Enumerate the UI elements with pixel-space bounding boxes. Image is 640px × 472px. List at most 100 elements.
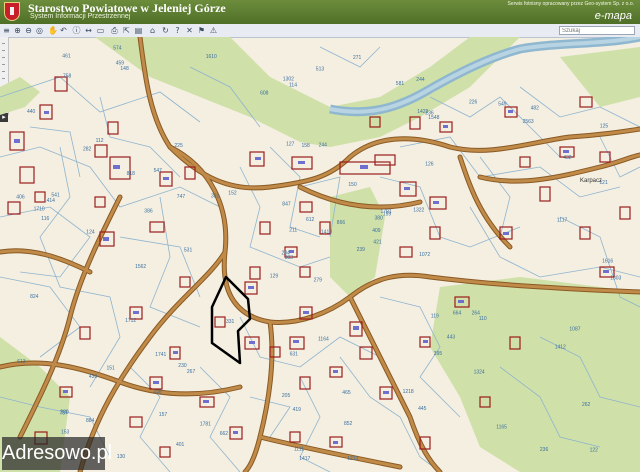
parcel-number-label: 271 [353,55,362,61]
parcel-number-label: 446 [153,390,162,396]
warning-icon[interactable]: ⚠ [209,26,218,35]
parcel-number-label: 153 [61,429,70,435]
parcel-number-label: 1712 [125,318,136,324]
parcel-number-label: 547 [154,168,163,174]
parcel-number-label: 1562 [135,264,146,270]
parcel-number-label: 158 [302,143,311,149]
map-toolbar: ≡ ⊕ ⊖ ◎ ✋ ↶ ⓘ ↔ ▭ ⎙ ⇱ ▤ ⌂ ↻ ? ✕ ⚑ ⚠ [0,24,640,38]
print-icon[interactable]: ⎙ [110,26,119,35]
parcel-number-label: 421 [373,240,382,246]
parcel-number-label: 1111 [294,446,304,452]
parcel-number-label: 465 [342,390,351,396]
parcel-number-label: 1414 [44,198,55,204]
parcel-number-label: 461 [62,54,71,60]
parcel-number-label: 818 [127,171,136,177]
parcel-number-label: 1412 [555,345,566,351]
home-icon[interactable]: ⌂ [148,26,157,35]
parcel-number-label: 440 [27,109,36,115]
parcel-number-label: 1213 [347,456,358,462]
zoom-out-icon[interactable]: ⊖ [24,26,33,35]
emapa-logo: e-mapa [594,10,632,22]
parcel-number-label: 1165 [496,425,507,431]
place-label-karpacz: Karpacz [580,178,602,184]
parcel-number-label: 1710 [34,206,45,212]
info-icon[interactable]: ⓘ [72,26,81,35]
parcel-number-label: 1741 [155,352,166,358]
parcel-number-label: 1324 [474,370,485,376]
parcel-number-label: 747 [177,194,186,200]
parcel-number-label: 244 [319,143,328,149]
parcel-number-label: 112 [96,138,104,144]
parcel-number-label: 282 [83,146,92,152]
zoom-in-icon[interactable]: ⊕ [13,26,22,35]
parcel-number-label: 1781 [200,422,211,428]
parcel-number-label: 1164 [318,337,329,343]
parcel-number-label: 125 [600,124,609,130]
search-input[interactable] [559,26,635,35]
selected-parcel-label: 331 [226,319,235,325]
parcel-number-label: 127 [286,142,295,148]
parcel-number-label: 549 [498,102,507,108]
layers-icon[interactable]: ≡ [2,26,11,35]
parcel-number-label: 482 [531,105,540,111]
chart-icon[interactable]: ▤ [134,26,143,35]
parcel-number-label: 1218 [403,389,414,395]
parcel-number-label: 824 [30,294,39,300]
bookmark-icon[interactable]: ⚑ [197,26,206,35]
parcel-number-label: 150 [348,182,357,188]
parcel-number-label: 1072 [419,252,430,258]
parcel-number-label: 1422 [417,109,428,115]
app-header: Starostwo Powiatowe w Jeleniej Górze Sys… [0,0,640,24]
parcel-number-label: 445 [418,406,427,412]
parcel-number-label: 1610 [206,54,217,60]
parcel-number-label: 758 [63,73,72,79]
close-icon[interactable]: ✕ [185,26,194,35]
parcel-number-label: 395 [434,351,443,357]
parcel-number-label: 129 [270,273,279,279]
refresh-icon[interactable]: ↻ [161,26,170,35]
parcel-number-label: 430 [89,374,98,380]
parcel-number-label: 531 [184,248,193,254]
parcel-number-label: 757 [60,411,69,417]
parcel-number-label: 264 [472,311,481,317]
pan-icon[interactable]: ✋ [48,26,58,35]
parcel-number-label: 119 [431,314,439,320]
app-subtitle: System Informacji Przestrzennej [30,13,131,20]
parcel-number-label: 459 [116,61,125,67]
select-icon[interactable]: ▭ [96,26,105,35]
provider-credit: Serwis fotnisny opracowany przez Geo-sys… [507,1,634,7]
parcel-number-label: 2563 [523,119,534,125]
parcel-number-label: 236 [540,447,549,453]
parcel-number-label: 130 [117,454,126,460]
cadastral-map[interactable]: 331 279282383280380267244244236239148122… [0,37,640,472]
parcel-number-label: 574 [113,45,122,51]
parcel-number-label: 1791 [381,209,392,215]
parcel-number-label: 152 [228,190,237,196]
green-areas [0,37,640,472]
parcel-number-label: 116 [41,216,49,222]
parcel-number-label: 664 [453,310,462,316]
parcel-number-label: 226 [469,100,478,106]
parcel-number-label: 631 [290,352,299,358]
parcel-number-label: 1417 [299,456,310,462]
parcel-number-label: 331 [211,193,220,199]
parcel-number-label: 122 [590,448,599,454]
back-icon[interactable]: ↶ [59,26,68,35]
parcel-number-label: 847 [282,202,291,208]
parcel-number-label: 230 [178,363,187,369]
parcel-number-label: 1302 [283,76,294,82]
parcel-number-label: 1616 [602,259,613,265]
parcel-number-label: 267 [187,369,196,375]
measure-icon[interactable]: ↔ [84,26,93,35]
help-icon[interactable]: ? [173,26,182,35]
parcel-number-label: 613 [17,359,26,365]
parcel-number-label: 262 [582,402,591,408]
export-icon[interactable]: ⇱ [122,26,131,35]
parcel-number-label: 211 [289,227,297,233]
parcel-number-label: 279 [314,278,323,284]
parcel-number-label: 513 [316,67,325,73]
parcel-number-label: 204 [282,251,291,257]
parcel-number-label: 409 [372,228,381,234]
parcel-number-label: 852 [344,421,353,427]
zoom-extent-icon[interactable]: ◎ [35,26,44,35]
